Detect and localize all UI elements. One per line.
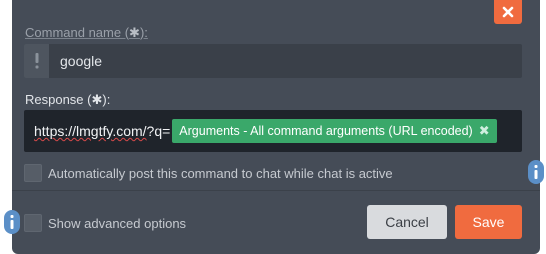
close-icon	[502, 6, 514, 18]
remove-tag-icon[interactable]: ✖	[479, 123, 490, 139]
argument-tag-label: Arguments - All command arguments (URL e…	[179, 124, 473, 138]
save-button[interactable]: Save	[455, 205, 522, 239]
required-icon: ✱	[91, 92, 103, 107]
command-name-label: Command name (✱):	[25, 25, 148, 40]
advanced-options-checkbox[interactable]	[24, 214, 42, 232]
command-name-value: google	[60, 53, 103, 69]
response-url-suffix: ?q=	[146, 123, 171, 139]
close-button[interactable]	[494, 0, 522, 24]
response-label: Response (✱):	[25, 92, 111, 107]
auto-post-checkbox[interactable]	[24, 164, 42, 182]
required-icon: ✱	[129, 25, 140, 40]
response-url: https://lmgtfy.com/	[34, 123, 147, 139]
exclamation-icon	[24, 44, 49, 78]
divider	[12, 190, 540, 191]
info-icon[interactable]	[528, 160, 544, 184]
command-name-field[interactable]: google	[24, 44, 522, 78]
advanced-options-label: Show advanced options	[48, 216, 187, 231]
argument-tag[interactable]: Arguments - All command arguments (URL e…	[172, 119, 497, 143]
response-field[interactable]: https://lmgtfy.com/?q= Arguments - All c…	[24, 110, 522, 152]
info-icon[interactable]	[4, 210, 20, 234]
cancel-button[interactable]: Cancel	[367, 205, 447, 239]
auto-post-label: Automatically post this command to chat …	[48, 166, 393, 181]
